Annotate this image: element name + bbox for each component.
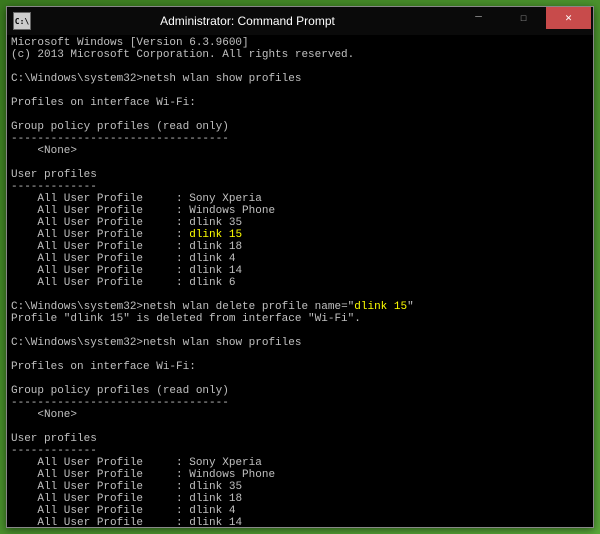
profile-b4: dlink 18: [189, 493, 242, 505]
aup-5: All User Profile :: [11, 241, 189, 253]
prompt-2: C:\Windows\system32>: [11, 301, 143, 313]
window-buttons: ─ ☐ ✕: [456, 7, 591, 35]
dashes-gp-2: ---------------------------------: [11, 397, 229, 409]
profile-1: Sony Xperia: [189, 193, 262, 205]
aup-2: All User Profile :: [11, 205, 189, 217]
profile-8: dlink 6: [189, 277, 235, 289]
delete-result: Profile "dlink 15" is deleted from inter…: [11, 313, 361, 325]
profile-b2: Windows Phone: [189, 469, 275, 481]
aup-b6: All User Profile :: [11, 517, 189, 527]
profile-b3: dlink 35: [189, 481, 242, 493]
command-3: netsh wlan show profiles: [143, 337, 301, 349]
prompt-3: C:\Windows\system32>: [11, 337, 143, 349]
aup-b4: All User Profile :: [11, 493, 189, 505]
command-2c: ": [407, 301, 414, 313]
user-profiles-2: User profiles: [11, 433, 97, 445]
group-policy-1: Group policy profiles (read only): [11, 121, 229, 133]
header-line-2: (c) 2013 Microsoft Corporation. All righ…: [11, 49, 354, 61]
dashes-up-1: -------------: [11, 181, 97, 193]
profile-3: dlink 35: [189, 217, 242, 229]
command-2a: netsh wlan delete profile name=": [143, 301, 354, 313]
none-2: <None>: [11, 409, 77, 421]
profile-4-highlight: dlink 15: [189, 229, 242, 241]
none-1: <None>: [11, 145, 77, 157]
minimize-button[interactable]: ─: [456, 7, 501, 29]
aup-b3: All User Profile :: [11, 481, 189, 493]
profiles-on-2: Profiles on interface Wi-Fi:: [11, 361, 196, 373]
command-2b-highlight: dlink 15: [354, 301, 407, 313]
command-prompt-window: C:\ Administrator: Command Prompt ─ ☐ ✕ …: [6, 6, 594, 528]
aup-4: All User Profile :: [11, 229, 189, 241]
aup-8: All User Profile :: [11, 277, 189, 289]
profile-b5: dlink 4: [189, 505, 235, 517]
window-title: Administrator: Command Prompt: [39, 14, 456, 28]
aup-b1: All User Profile :: [11, 457, 189, 469]
close-button[interactable]: ✕: [546, 7, 591, 29]
prompt-1: C:\Windows\system32>: [11, 73, 143, 85]
command-1: netsh wlan show profiles: [143, 73, 301, 85]
profile-b1: Sony Xperia: [189, 457, 262, 469]
app-icon-label: C:\: [15, 17, 29, 26]
aup-6: All User Profile :: [11, 253, 189, 265]
terminal-area[interactable]: Microsoft Windows [Version 6.3.9600] (c)…: [7, 35, 593, 527]
aup-3: All User Profile :: [11, 217, 189, 229]
aup-b5: All User Profile :: [11, 505, 189, 517]
profile-6: dlink 4: [189, 253, 235, 265]
dashes-gp-1: ---------------------------------: [11, 133, 229, 145]
profile-b6: dlink 14: [189, 517, 242, 527]
aup-1: All User Profile :: [11, 193, 189, 205]
profile-7: dlink 14: [189, 265, 242, 277]
profile-5: dlink 18: [189, 241, 242, 253]
user-profiles-1: User profiles: [11, 169, 97, 181]
profile-2: Windows Phone: [189, 205, 275, 217]
titlebar[interactable]: C:\ Administrator: Command Prompt ─ ☐ ✕: [7, 7, 593, 35]
aup-7: All User Profile :: [11, 265, 189, 277]
app-icon: C:\: [13, 12, 31, 30]
header-line-1: Microsoft Windows [Version 6.3.9600]: [11, 37, 249, 49]
profiles-on-1: Profiles on interface Wi-Fi:: [11, 97, 196, 109]
maximize-button[interactable]: ☐: [501, 7, 546, 29]
group-policy-2: Group policy profiles (read only): [11, 385, 229, 397]
aup-b2: All User Profile :: [11, 469, 189, 481]
dashes-up-2: -------------: [11, 445, 97, 457]
